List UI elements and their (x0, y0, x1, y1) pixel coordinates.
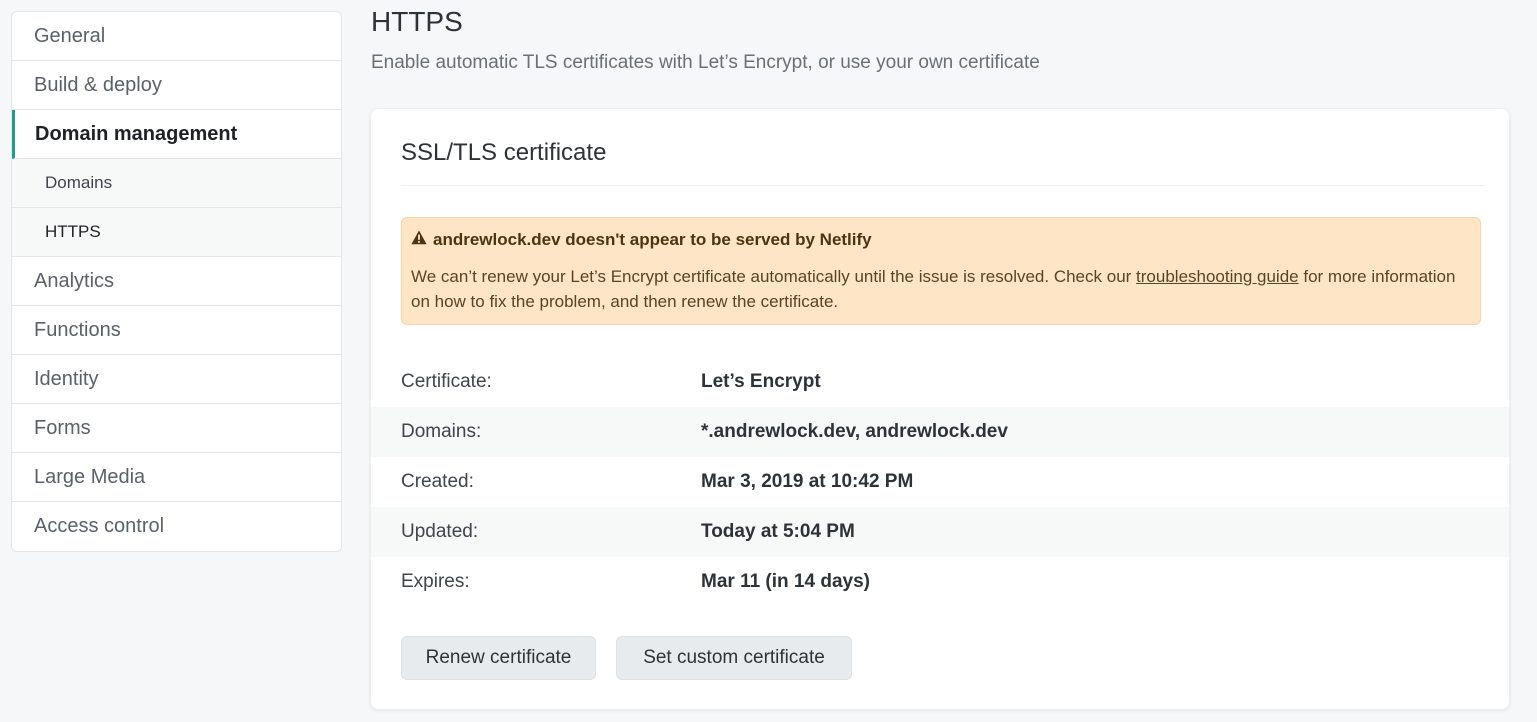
detail-label: Certificate: (401, 371, 492, 392)
page-subtitle: Enable automatic TLS certificates with L… (371, 52, 1040, 73)
detail-label: Expires: (401, 571, 470, 592)
sidebar-subitem-https[interactable]: HTTPS (12, 208, 341, 257)
alert-heading-row: andrewlock.dev doesn't appear to be serv… (411, 230, 1471, 250)
sidebar-item-label: Large Media (34, 465, 146, 488)
sidebar-item-label: Access control (34, 515, 165, 537)
sidebar-item-large-media[interactable]: Large Media (12, 453, 341, 502)
sidebar-item-general[interactable]: General (12, 12, 341, 61)
sidebar-item-label: Domains (45, 173, 113, 192)
sidebar-item-forms[interactable]: Forms (12, 404, 341, 453)
sidebar-item-label: Build & deploy (34, 73, 162, 96)
warning-icon (411, 230, 427, 250)
sidebar-item-label: HTTPS (45, 222, 101, 241)
detail-value: *.andrewlock.dev, andrewlock.dev (701, 421, 1008, 442)
alert-text: We can’t renew your Let’s Encrypt certif… (411, 267, 1137, 286)
detail-row-domains: Domains: *.andrewlock.dev, andrewlock.de… (371, 407, 1509, 457)
renew-certificate-button[interactable]: Renew certificate (401, 636, 596, 680)
detail-value: Today at 5:04 PM (701, 521, 855, 542)
detail-label: Domains: (401, 421, 482, 442)
card-title: SSL/TLS certificate (401, 139, 607, 166)
settings-sidebar: General Build & deploy Domain management… (11, 11, 342, 552)
sidebar-item-label: Identity (34, 367, 99, 390)
detail-row-certificate: Certificate: Let’s Encrypt (371, 357, 1509, 407)
card-divider (401, 185, 1485, 186)
set-custom-certificate-button[interactable]: Set custom certificate (616, 636, 852, 680)
troubleshooting-guide-link[interactable]: troubleshooting guide (1136, 267, 1299, 286)
sidebar-item-functions[interactable]: Functions (12, 306, 341, 355)
sidebar-item-label: Analytics (34, 269, 115, 292)
warning-alert: andrewlock.dev doesn't appear to be serv… (401, 217, 1481, 325)
alert-body: We can’t renew your Let’s Encrypt certif… (411, 264, 1471, 314)
page-title: HTTPS (371, 6, 463, 37)
detail-row-updated: Updated: Today at 5:04 PM (371, 507, 1509, 557)
sidebar-subitem-domains[interactable]: Domains (12, 159, 341, 208)
sidebar-item-identity[interactable]: Identity (12, 355, 341, 404)
detail-label: Updated: (401, 521, 479, 542)
detail-label: Created: (401, 471, 474, 492)
detail-value: Mar 11 (in 14 days) (701, 571, 870, 592)
detail-value: Mar 3, 2019 at 10:42 PM (701, 471, 914, 492)
sidebar-item-label: Functions (34, 318, 121, 341)
certificate-details: Certificate: Let’s Encrypt Domains: *.an… (371, 357, 1509, 607)
sidebar-item-domain-management[interactable]: Domain management (12, 110, 341, 159)
sidebar-item-label: Forms (34, 416, 91, 439)
sidebar-item-build-deploy[interactable]: Build & deploy (12, 61, 341, 110)
alert-heading: andrewlock.dev doesn't appear to be serv… (433, 230, 872, 249)
ssl-certificate-card: SSL/TLS certificate andrewlock.dev doesn… (370, 108, 1510, 710)
detail-row-expires: Expires: Mar 11 (in 14 days) (371, 557, 1509, 607)
detail-value: Let’s Encrypt (701, 371, 821, 392)
sidebar-item-label: General (34, 24, 106, 47)
sidebar-item-label: Domain management (35, 122, 238, 145)
detail-row-created: Created: Mar 3, 2019 at 10:42 PM (371, 457, 1509, 507)
sidebar-item-analytics[interactable]: Analytics (12, 257, 341, 306)
sidebar-item-access-control[interactable]: Access control (12, 502, 341, 551)
